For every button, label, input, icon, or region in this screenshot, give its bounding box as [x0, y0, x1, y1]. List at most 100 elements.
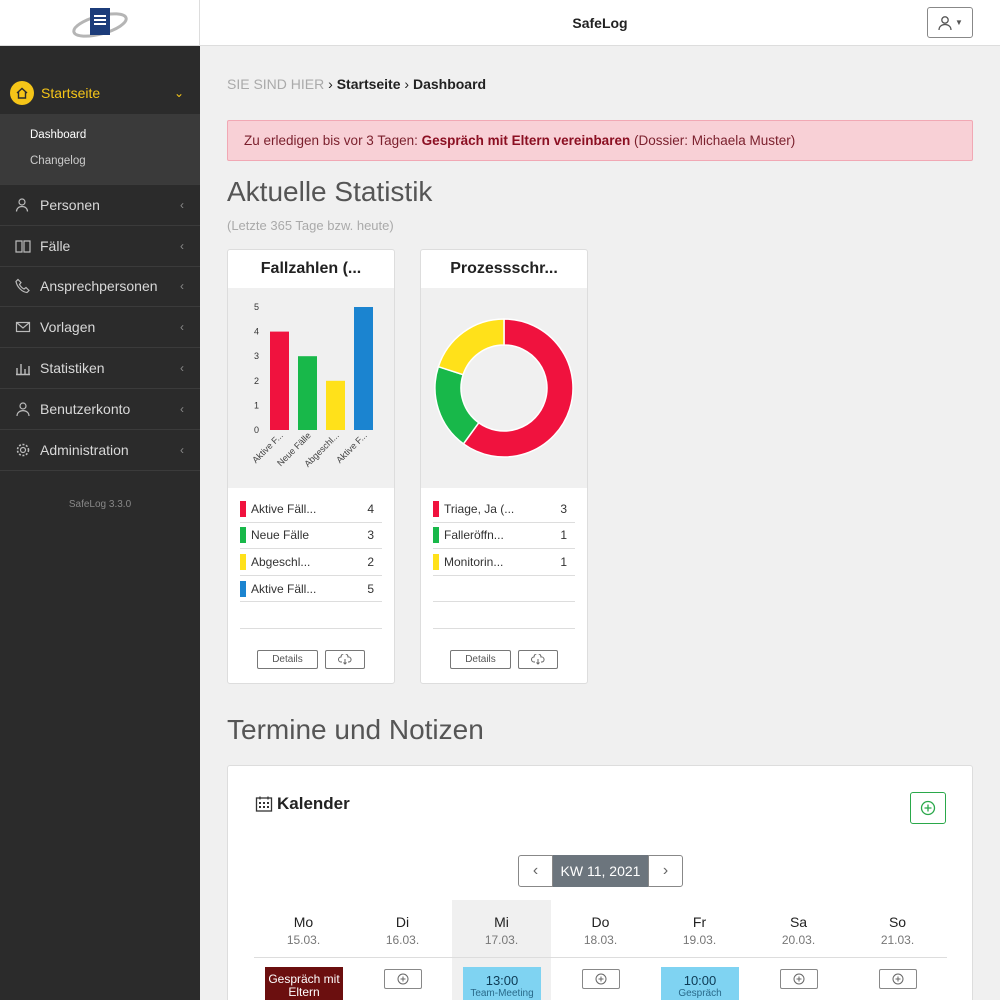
- logo[interactable]: [0, 0, 200, 46]
- details-button[interactable]: Details: [450, 650, 511, 669]
- legend-swatch: [433, 500, 439, 517]
- alert-suffix: (Dossier: Michaela Muster): [633, 133, 796, 148]
- persons-icon: [14, 196, 32, 214]
- add-event-button[interactable]: [582, 969, 620, 989]
- cloud-download-icon: [338, 654, 352, 665]
- calendar-event[interactable]: Gespräch mit Eltern: [265, 967, 343, 1000]
- plus-circle-icon: [397, 973, 409, 985]
- add-event-button[interactable]: [879, 969, 917, 989]
- sidebar-item-statistiken[interactable]: Statistiken ‹: [0, 348, 200, 389]
- chevron-left-icon: ‹: [532, 862, 539, 879]
- sidebar-item-label: Personen: [40, 196, 100, 213]
- user-menu-button[interactable]: ▼: [927, 7, 973, 38]
- notes-heading: Termine und Notizen: [227, 714, 484, 745]
- breadcrumb-startseite[interactable]: Startseite: [337, 76, 401, 92]
- day-name: Do: [591, 914, 610, 930]
- day-name: So: [888, 914, 907, 930]
- bar: [326, 380, 345, 430]
- legend-row: Aktive Fäll... 4: [240, 496, 382, 523]
- chevron-left-icon: ‹: [180, 238, 184, 253]
- legend-label: Falleröffn...: [444, 528, 504, 543]
- todo-alert: Zu erledigen bis vor 3 Tagen: Gespräch m…: [227, 120, 973, 161]
- sidebar-item-faelle[interactable]: Fälle ‹: [0, 226, 200, 267]
- sidebar-item-label: Statistiken: [40, 360, 105, 377]
- chart-legend: Triage, Ja (... 3 Falleröffn... 1 Monitori…: [421, 488, 587, 629]
- card-title: Prozessschr...: [450, 260, 558, 277]
- day-date: 19.03.: [682, 933, 717, 947]
- day-column: So 21.03.: [848, 900, 947, 1000]
- add-appointment-button[interactable]: [910, 792, 946, 824]
- day-date: 16.03.: [385, 933, 420, 947]
- bar: [270, 331, 289, 430]
- add-event-button[interactable]: [384, 969, 422, 989]
- download-button[interactable]: [325, 650, 365, 669]
- x-tick-label: Aktive F...: [334, 430, 369, 465]
- legend-swatch: [240, 500, 246, 517]
- details-button[interactable]: Details: [257, 650, 318, 669]
- user-icon: [938, 15, 952, 30]
- sidebar-item-vorlagen[interactable]: Vorlagen ‹: [0, 307, 200, 349]
- day-name: Sa: [789, 914, 808, 930]
- subnav-dashboard[interactable]: Dashboard: [30, 122, 200, 148]
- prev-week-button[interactable]: ‹: [518, 855, 553, 887]
- breadcrumb-dashboard: Dashboard: [412, 76, 487, 92]
- bar-chart-icon: [14, 359, 32, 377]
- card-title: Fallzahlen (...: [260, 260, 362, 277]
- chevron-left-icon: ‹: [180, 320, 184, 335]
- day-header-divider: [254, 957, 947, 958]
- sidebar-item-label: Vorlagen: [40, 319, 96, 336]
- day-column-today: Mi 17.03. 13:00 Team-Meeting: [452, 900, 551, 1000]
- day-date: 17.03.: [484, 933, 519, 947]
- main-content: SIE SIND HIER › Startseite › Dashboard Z…: [200, 46, 1000, 1000]
- sidebar-item-label: Fälle: [40, 237, 71, 254]
- alert-prefix: Zu erledigen bis vor 3 Tagen:: [244, 133, 418, 148]
- sidebar-item-benutzerkonto[interactable]: Benutzerkonto ‹: [0, 389, 200, 430]
- sidebar-item-label: Benutzerkonto: [40, 400, 131, 417]
- y-tick-label: 4: [254, 327, 259, 337]
- download-button[interactable]: [518, 650, 558, 669]
- top-bar: SafeLog ▼: [0, 0, 1000, 46]
- sidebar-item-administration[interactable]: Administration ‹: [0, 430, 200, 471]
- envelope-icon: [14, 318, 32, 336]
- y-tick-label: 5: [254, 302, 259, 312]
- legend-row: Neue Fälle 3: [240, 523, 382, 550]
- card-actions: Details: [228, 650, 394, 669]
- chevron-left-icon: ‹: [180, 197, 184, 212]
- legend-label: Abgeschl...: [251, 554, 311, 569]
- sidebar: Startseite ⌄ Dashboard Changelog Persone…: [0, 46, 200, 1000]
- calendar-event[interactable]: 13:00 Team-Meeting: [463, 967, 541, 1000]
- bar: [298, 356, 317, 430]
- legend-label: Aktive Fäll...: [251, 581, 317, 596]
- event-text: Gespräch: [678, 988, 722, 999]
- chevron-left-icon: ‹: [180, 401, 184, 416]
- calendar-event[interactable]: 10:00 Gespräch: [661, 967, 739, 1000]
- event-text: Team-Meeting: [470, 988, 534, 999]
- sidebar-item-ansprechpersonen[interactable]: Ansprechpersonen ‹: [0, 267, 200, 308]
- legend-label: Monitorin...: [444, 554, 504, 569]
- chevron-right-icon: ›: [404, 76, 413, 92]
- bar-chart: 012345Aktive F...Neue FälleAbgeschl...Ak…: [250, 302, 373, 469]
- y-tick-label: 0: [254, 425, 259, 435]
- sidebar-item-personen[interactable]: Personen ‹: [0, 185, 200, 226]
- legend-label: Aktive Fäll...: [251, 501, 317, 516]
- day-name: Mo: [293, 914, 314, 930]
- calendar-title-text: Kalender: [277, 794, 350, 813]
- day-column: Di 16.03.: [353, 900, 452, 1000]
- alert-task-link[interactable]: Gespräch mit Eltern vereinbaren: [422, 133, 631, 148]
- legend-label: Triage, Ja (...: [444, 501, 515, 516]
- legend-value: 3: [367, 528, 374, 543]
- calendar-panel: Kalender ‹ KW 11, 2021 › Mo 15.03. Gespr…: [227, 765, 973, 1000]
- next-week-button[interactable]: ›: [648, 855, 683, 887]
- subnav-changelog[interactable]: Changelog: [30, 148, 200, 174]
- app-version: SafeLog 3.3.0: [68, 498, 132, 510]
- cloud-download-icon: [531, 654, 545, 665]
- sidebar-item-startseite[interactable]: Startseite ⌄: [0, 72, 200, 114]
- legend-value: 4: [367, 501, 374, 516]
- day-column: Sa 20.03.: [749, 900, 848, 1000]
- add-event-button[interactable]: [780, 969, 818, 989]
- calendar-icon: [255, 796, 273, 812]
- day-column: Mo 15.03. Gespräch mit Eltern: [254, 900, 353, 1000]
- day-name: Fr: [692, 914, 707, 930]
- legend-swatch: [240, 580, 246, 597]
- legend-swatch: [240, 527, 246, 544]
